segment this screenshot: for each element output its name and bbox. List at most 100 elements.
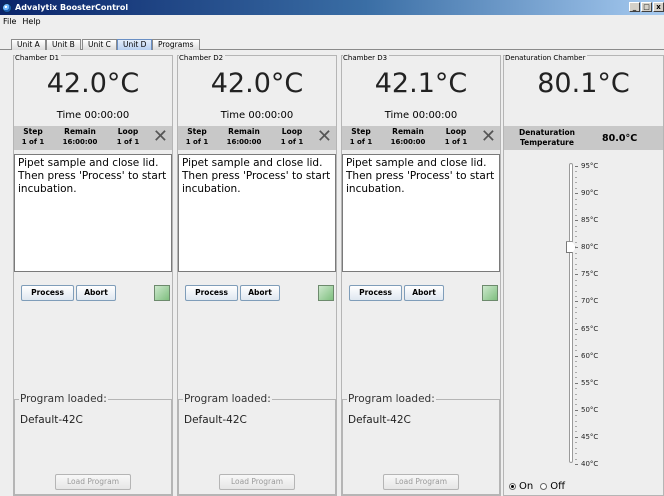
program-loaded-group: Program loaded: Default-42C Load Program (14, 393, 172, 495)
chart-icon[interactable] (154, 285, 170, 301)
remain-value: 16:00:00 (226, 138, 262, 146)
chamber-panel-d1: Chamber D1 42.0°C Time 00:00:00 Step 1 o… (13, 54, 173, 496)
loop-column: Loop 1 of 1 (112, 127, 144, 147)
scale-tick (575, 193, 578, 195)
abort-button[interactable]: Abort (76, 285, 116, 301)
scale-tick-label: 95°C (581, 162, 599, 170)
denaturation-title: Denaturation Chamber (505, 54, 588, 62)
menu-file[interactable]: File (0, 17, 19, 26)
scale-tick (575, 220, 578, 222)
scale-minor-tick (575, 258, 577, 260)
loop-header: Loop (117, 127, 139, 136)
tab-unit-a[interactable]: Unit A (11, 39, 46, 50)
scale-tick-label: 55°C (581, 378, 599, 387)
scale-tick (575, 464, 578, 465)
scale-minor-tick (575, 290, 577, 292)
instruction-textbox[interactable]: Pipet sample and close lid. Then press '… (178, 154, 336, 272)
remain-column: Remain 16:00:00 (222, 127, 266, 147)
x-icon[interactable]: ✕ (317, 128, 332, 146)
step-column: Step 1 of 1 (182, 127, 212, 147)
chamber-time: Time 00:00:00 (56, 110, 130, 121)
program-loaded-label: Program loaded: (347, 393, 436, 405)
scale-minor-tick (575, 371, 577, 373)
scale-minor-tick (575, 458, 577, 460)
temperature-slider-track[interactable] (569, 163, 573, 463)
instruction-textbox[interactable]: Pipet sample and close lid. Then press '… (342, 154, 500, 272)
abort-button[interactable]: Abort (240, 285, 280, 301)
step-value: 1 of 1 (185, 138, 209, 146)
off-radio[interactable] (540, 483, 548, 490)
on-label: On (519, 481, 534, 492)
scale-minor-tick (575, 306, 577, 308)
maximize-button[interactable]: □ (641, 2, 652, 12)
abort-button[interactable]: Abort (404, 285, 444, 301)
on-radio[interactable] (509, 483, 516, 490)
close-window-button[interactable]: x (653, 2, 664, 12)
tab-programs[interactable]: Programs (152, 39, 200, 50)
denaturation-temperature: 80.1°C (537, 68, 630, 99)
scale-tick (575, 382, 578, 384)
scale-minor-tick (575, 339, 577, 341)
scale-minor-tick (575, 241, 577, 243)
scale-minor-tick (575, 187, 577, 189)
menu-bar: File Help (0, 15, 664, 28)
chamber-title: Chamber D3 (343, 54, 390, 62)
denaturation-setpoint-bar: Denaturation Temperature 80.0°C (504, 126, 663, 150)
scale-tick-label: 80°C (581, 243, 599, 252)
scale-minor-tick (575, 388, 577, 390)
x-icon[interactable]: ✕ (153, 128, 168, 146)
step-column: Step 1 of 1 (346, 127, 376, 147)
scale-minor-tick (575, 442, 577, 444)
process-button[interactable]: Process (21, 285, 74, 301)
chart-icon[interactable] (482, 285, 498, 301)
chamber-time: Time 00:00:00 (220, 110, 294, 121)
scale-tick (575, 355, 578, 357)
scale-minor-tick (575, 344, 577, 346)
chamber-temperature: 42.0°C (210, 68, 304, 99)
process-button[interactable]: Process (349, 285, 402, 301)
remain-value: 16:00:00 (390, 138, 426, 146)
scale-minor-tick (575, 263, 577, 265)
tab-unit-c[interactable]: Unit C (82, 39, 117, 50)
chart-icon[interactable] (318, 285, 334, 301)
loop-value: 1 of 1 (444, 138, 468, 146)
minimize-button[interactable]: _ (629, 2, 640, 12)
step-column: Step 1 of 1 (18, 127, 48, 147)
step-header: Step (351, 127, 371, 136)
menu-help[interactable]: Help (19, 17, 43, 26)
scale-minor-tick (575, 176, 577, 178)
scale-tick (575, 409, 578, 411)
power-radio-group: On Off (509, 481, 565, 492)
remain-header: Remain (392, 127, 424, 136)
process-button[interactable]: Process (185, 285, 238, 301)
load-program-button[interactable]: Load Program (55, 474, 131, 490)
scale-tick (575, 301, 578, 303)
app-icon (2, 2, 12, 13)
remain-column: Remain 16:00:00 (58, 127, 102, 147)
tab-unit-d[interactable]: Unit D (117, 39, 153, 50)
scale-tick (575, 436, 578, 438)
scale-minor-tick (575, 420, 577, 422)
tab-bar: Unit A Unit B Unit C Unit D Programs (0, 28, 664, 50)
load-program-button[interactable]: Load Program (383, 474, 459, 490)
scale-tick-label: 75°C (581, 270, 599, 279)
scale-tick-label: 85°C (581, 216, 599, 225)
scale-minor-tick (575, 231, 577, 233)
off-label: Off (550, 481, 565, 492)
loop-header: Loop (445, 127, 467, 136)
program-name: Default-42C (20, 414, 83, 426)
instruction-textbox[interactable]: Pipet sample and close lid. Then press '… (14, 154, 172, 272)
scale-minor-tick (575, 366, 577, 368)
program-loaded-label: Program loaded: (183, 393, 272, 405)
load-program-button[interactable]: Load Program (219, 474, 295, 490)
scale-minor-tick (575, 296, 577, 298)
scale-minor-tick (575, 236, 577, 238)
x-icon[interactable]: ✕ (481, 128, 496, 146)
step-header: Step (23, 127, 43, 136)
scale-minor-tick (575, 361, 577, 363)
loop-value: 1 of 1 (116, 138, 140, 146)
window-title: Advalytix BoosterControl (15, 3, 129, 12)
loop-column: Loop 1 of 1 (276, 127, 308, 147)
step-value: 1 of 1 (21, 138, 45, 146)
tab-unit-b[interactable]: Unit B (46, 39, 81, 50)
